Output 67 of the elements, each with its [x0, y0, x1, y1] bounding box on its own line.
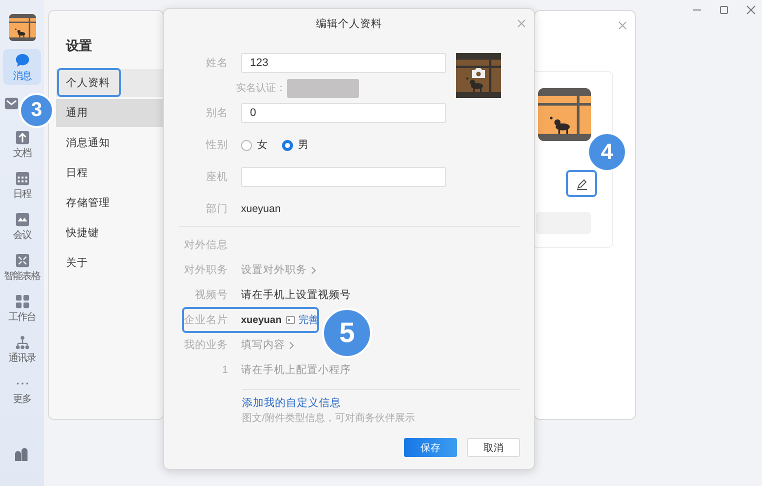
table-icon	[15, 253, 29, 267]
card-icon	[286, 316, 295, 324]
document-icon	[15, 130, 29, 144]
text-field[interactable]	[241, 167, 446, 187]
cancel-button[interactable]: 取消	[467, 438, 520, 457]
field-label: 我的业务	[183, 338, 228, 352]
nav-item[interactable]: 消息	[3, 49, 41, 85]
field-label: 对外职务	[183, 263, 228, 277]
settings-menu-item[interactable]: 快捷键	[56, 219, 163, 247]
field-value: xueyuan	[241, 314, 282, 326]
nav-item[interactable]: 通讯录	[3, 331, 41, 367]
nav-item[interactable]: 智能表格	[3, 249, 41, 285]
dialog-title: 编辑个人资料	[316, 17, 382, 29]
nav-item[interactable]: 日程	[3, 167, 41, 203]
settings-menu-item[interactable]: 关于	[56, 249, 163, 277]
text-field[interactable]: 0	[241, 103, 446, 123]
close-icon[interactable]	[744, 3, 758, 17]
custom-info-hint: 图文/附件类型信息，可对商务伙伴展示	[242, 412, 416, 425]
nav-item[interactable]: 工作台	[3, 290, 41, 326]
grid-icon	[15, 294, 29, 308]
settings-title: 设置	[66, 37, 93, 55]
radio-button[interactable]	[241, 140, 252, 150]
settings-menu-item[interactable]: 通用	[56, 99, 163, 127]
field-value: 请在手机上设置视频号	[241, 288, 351, 302]
org-chart-icon	[15, 335, 29, 349]
calendar-icon	[15, 171, 29, 185]
edit-button[interactable]	[566, 170, 597, 197]
nav-item[interactable]: 会议	[3, 208, 41, 244]
close-icon[interactable]	[618, 21, 627, 30]
nav-item[interactable]	[4, 96, 19, 111]
field-label: 别名	[205, 106, 228, 120]
chat-icon	[15, 53, 29, 66]
chevron-right-icon	[289, 340, 294, 350]
settings-menu-item[interactable]: 存储管理	[56, 189, 163, 217]
complete-link[interactable]: 完善	[298, 313, 319, 327]
add-custom-info-link[interactable]: 添加我的自定义信息	[242, 396, 341, 410]
split-shape-icon[interactable]	[14, 448, 28, 462]
field-label: 1	[221, 364, 228, 376]
redacted-block	[287, 78, 359, 98]
save-button[interactable]: 保存	[404, 438, 457, 457]
nav-item[interactable]: 更多	[3, 372, 41, 408]
field-label: 部门	[205, 202, 228, 216]
radio-button[interactable]	[282, 140, 293, 150]
close-icon[interactable]	[517, 19, 526, 28]
field-label: 性别	[204, 138, 228, 152]
radio-option[interactable]: 女	[241, 138, 268, 152]
field-hint: 请在手机上配置小程序	[241, 363, 351, 377]
maximize-icon[interactable]	[717, 3, 731, 17]
field-label: 对外信息	[183, 238, 228, 252]
field-label: 座机	[205, 170, 228, 184]
field-label: 实名认证：	[236, 82, 286, 95]
text-field[interactable]: 123	[241, 53, 446, 73]
nav-item[interactable]: 文档	[3, 126, 41, 162]
mail-icon	[4, 98, 18, 110]
highlight-outline	[57, 68, 121, 97]
field-label: 企业名片	[183, 313, 228, 327]
settings-menu-item[interactable]: 日程	[56, 159, 163, 187]
field-label: 视频号	[194, 288, 228, 302]
field-value: xueyuan	[241, 203, 281, 215]
pencil-icon	[576, 178, 588, 190]
settings-menu-item[interactable]: 消息通知	[56, 129, 163, 157]
camera-icon[interactable]	[471, 67, 486, 79]
meeting-icon	[15, 212, 29, 226]
field-label: 姓名	[205, 56, 228, 70]
chevron-right-icon	[311, 266, 316, 274]
radio-option[interactable]: 男	[282, 138, 309, 152]
settings-menu-item[interactable]: 个人资料	[56, 69, 163, 97]
